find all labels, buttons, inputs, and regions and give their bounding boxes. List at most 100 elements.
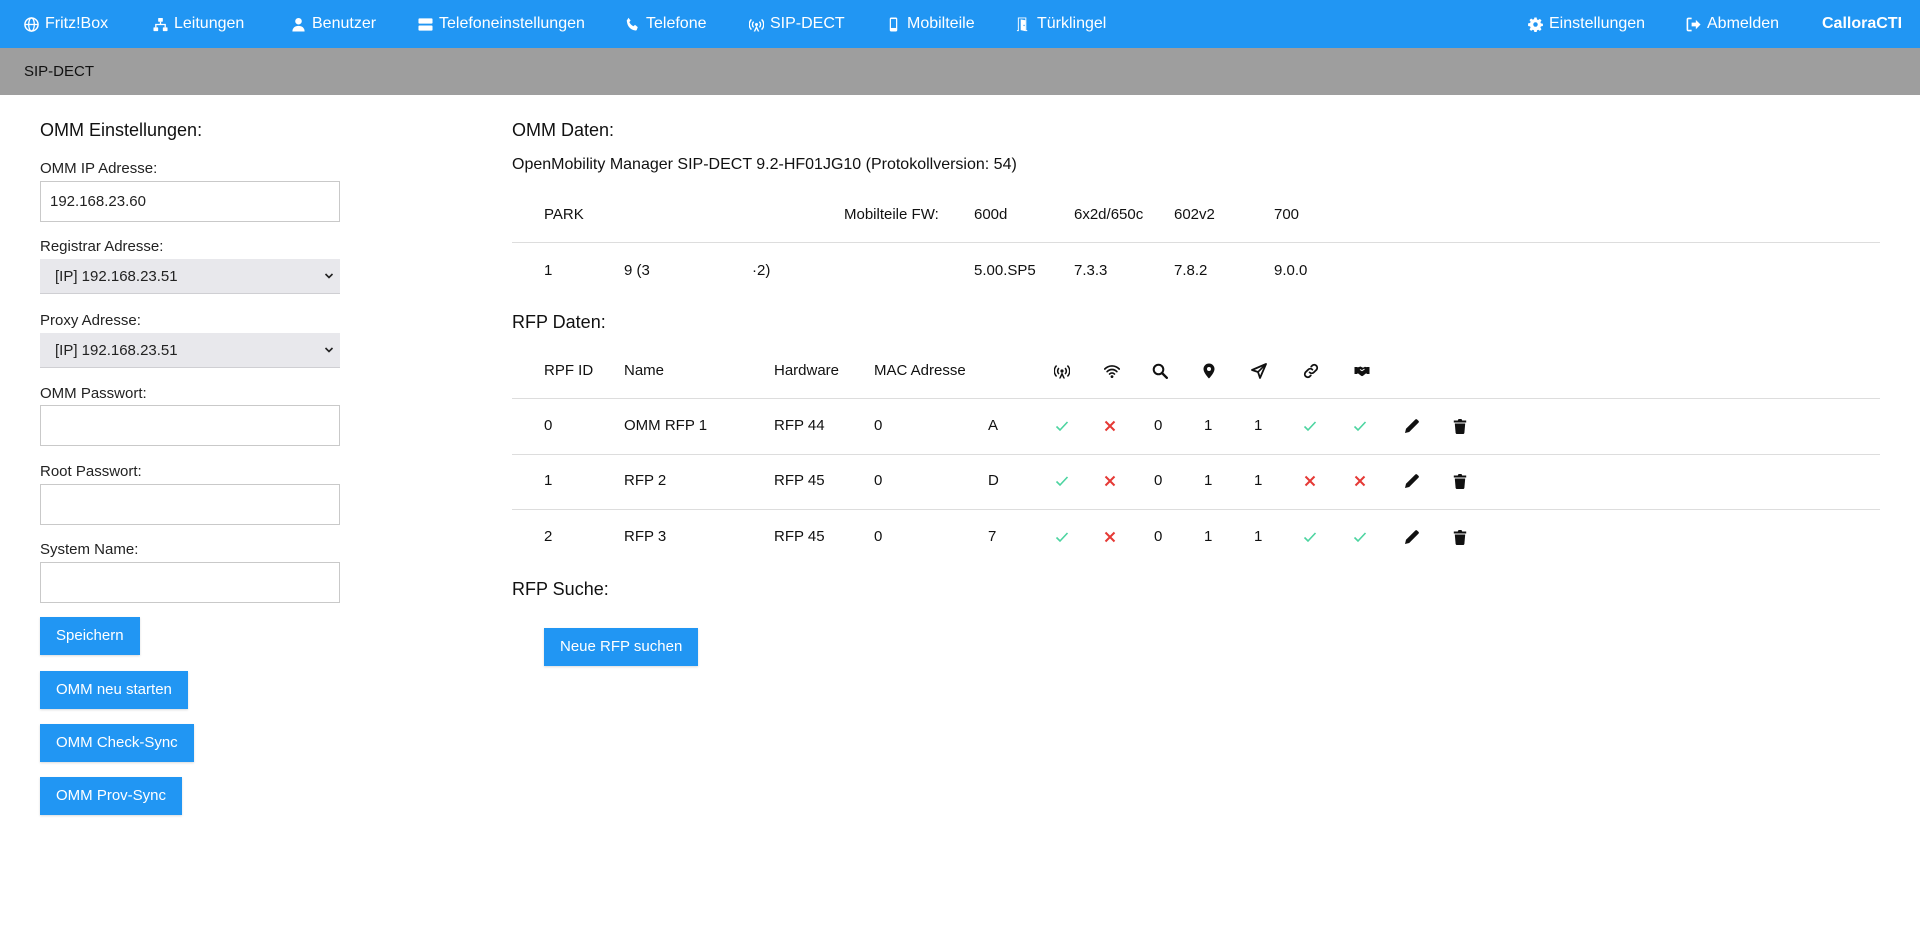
- divider: [512, 509, 1880, 510]
- chevron-down-icon: [324, 347, 334, 353]
- nav-label: Türklingel: [1037, 15, 1107, 32]
- fw-700-value: 9.0.0: [1274, 262, 1308, 279]
- omm-restart-button[interactable]: OMM neu starten: [40, 671, 188, 709]
- nav-item-mobilteile[interactable]: Mobilteile: [886, 0, 975, 48]
- cross-icon: [1102, 529, 1118, 545]
- system-name-input[interactable]: [40, 562, 340, 603]
- rfp-data-heading: RFP Daten:: [512, 312, 606, 332]
- location-pin-icon: [1201, 363, 1217, 379]
- edit-pencil-icon[interactable]: [1404, 418, 1420, 434]
- col-rfp-mac: MAC Adresse: [874, 362, 966, 379]
- omm-check-sync-button[interactable]: OMM Check-Sync: [40, 724, 194, 762]
- registrar-label: Registrar Adresse:: [40, 238, 164, 255]
- rfp-name-cell: RFP 2: [624, 472, 667, 489]
- nav-label: Telefone: [646, 15, 707, 32]
- omm-settings-heading: OMM Einstellungen:: [40, 120, 203, 140]
- nav-item-telefoneinstellungen[interactable]: Telefoneinstellungen: [418, 0, 585, 48]
- nav-item-fritzbox[interactable]: Fritz!Box: [24, 0, 108, 48]
- nav-item-abmelden[interactable]: Abmelden: [1686, 0, 1779, 48]
- rfp-site-cell: 7: [988, 528, 997, 545]
- gear-icon: [1528, 16, 1543, 32]
- rfp-id-cell: 1: [544, 472, 553, 489]
- cross-icon: [1102, 418, 1118, 434]
- delete-trash-icon[interactable]: [1452, 529, 1468, 545]
- nav-label: Mobilteile: [907, 15, 975, 32]
- door-icon: [1016, 16, 1028, 31]
- col-fw-602v2: 602v2: [1174, 206, 1215, 223]
- delete-trash-icon[interactable]: [1452, 473, 1468, 489]
- registrar-select-value: [IP] 192.168.23.51: [55, 268, 178, 285]
- save-button[interactable]: Speichern: [40, 617, 140, 655]
- root-password-input[interactable]: [40, 484, 340, 525]
- check-icon: [1352, 418, 1368, 434]
- nav-item-einstellungen[interactable]: Einstellungen: [1528, 0, 1645, 48]
- top-navbar: Fritz!Box Leitungen Benutzer Telefoneins…: [0, 0, 1920, 48]
- rfp-id-cell: 2: [544, 528, 553, 545]
- park-index: 1: [544, 262, 553, 279]
- cross-icon: [1352, 473, 1368, 489]
- check-icon: [1054, 418, 1070, 434]
- link-icon: [1303, 363, 1319, 379]
- mobile-icon: [889, 16, 898, 32]
- delete-trash-icon[interactable]: [1452, 418, 1468, 434]
- root-password-label: Root Passwort:: [40, 463, 142, 480]
- col-mobile-fw: Mobilteile FW:: [844, 206, 939, 223]
- omm-ip-input[interactable]: 192.168.23.60: [40, 181, 340, 222]
- nav-label: Einstellungen: [1549, 15, 1646, 32]
- rfp-value-cell: 1: [1254, 417, 1263, 434]
- network-icon: [153, 17, 168, 31]
- col-fw-6x2d: 6x2d/650c: [1074, 206, 1144, 223]
- park-value-part1: 9 (3: [624, 262, 650, 279]
- park-value-part2: ·2): [752, 262, 771, 279]
- rfp-id-cell: 0: [544, 417, 553, 434]
- edit-pencil-icon[interactable]: [1404, 529, 1420, 545]
- antenna-icon: [1054, 363, 1070, 379]
- omm-password-label: OMM Passwort:: [40, 385, 147, 402]
- col-rfp-name: Name: [624, 362, 665, 379]
- rfp-mac-cell: 0: [874, 417, 883, 434]
- omm-version-info: OpenMobility Manager SIP-DECT 9.2-HF01JG…: [512, 156, 1017, 173]
- cross-icon: [1102, 473, 1118, 489]
- nav-label: Benutzer: [312, 15, 377, 32]
- col-rfp-hardware: Hardware: [774, 362, 840, 379]
- nav-label: Leitungen: [174, 15, 245, 32]
- nav-item-sip-dect[interactable]: SIP-DECT: [749, 0, 845, 48]
- fw-6x2d-value: 7.3.3: [1074, 262, 1108, 279]
- nav-item-leitungen[interactable]: Leitungen: [153, 0, 244, 48]
- nav-item-tuerklingel[interactable]: Türklingel: [1016, 0, 1106, 48]
- brand-name[interactable]: CalloraCTI: [1822, 0, 1902, 48]
- rfp-value-cell: 1: [1204, 472, 1213, 489]
- handshake-icon: [1354, 363, 1370, 379]
- divider: [512, 242, 1880, 243]
- col-park: PARK: [544, 206, 584, 223]
- search-icon: [1152, 363, 1168, 379]
- col-fw-600d: 600d: [974, 206, 1008, 223]
- rfp-mac-cell: 0: [874, 472, 883, 489]
- search-new-rfp-button[interactable]: Neue RFP suchen: [544, 628, 699, 666]
- omm-prov-sync-button[interactable]: OMM Prov-Sync: [40, 777, 183, 815]
- rfp-value-cell: 1: [1204, 528, 1213, 545]
- fw-600d-value: 5.00.SP5: [974, 262, 1036, 279]
- col-rfp-id: RPF ID: [544, 362, 594, 379]
- proxy-select[interactable]: [IP] 192.168.23.51: [40, 333, 340, 368]
- server-icon: [418, 17, 433, 31]
- omm-password-input[interactable]: [40, 405, 340, 446]
- antenna-icon: [749, 18, 764, 32]
- rfp-value-cell: 1: [1254, 472, 1263, 489]
- logout-icon: [1686, 17, 1701, 31]
- divider: [512, 398, 1880, 399]
- rfp-name-cell: OMM RFP 1: [624, 417, 708, 434]
- check-icon: [1054, 529, 1070, 545]
- nav-item-benutzer[interactable]: Benutzer: [291, 0, 376, 48]
- omm-data-heading: OMM Daten:: [512, 120, 615, 140]
- rfp-value-cell: 1: [1204, 417, 1213, 434]
- fw-602v2-value: 7.8.2: [1174, 262, 1208, 279]
- registrar-select[interactable]: [IP] 192.168.23.51: [40, 259, 340, 294]
- edit-pencil-icon[interactable]: [1404, 473, 1420, 489]
- rfp-search-heading: RFP Suche:: [512, 579, 609, 599]
- rfp-value-cell: 1: [1254, 528, 1263, 545]
- check-icon: [1352, 529, 1368, 545]
- nav-label: Fritz!Box: [45, 15, 109, 32]
- proxy-label: Proxy Adresse:: [40, 312, 141, 329]
- nav-item-telefone[interactable]: Telefone: [625, 0, 707, 48]
